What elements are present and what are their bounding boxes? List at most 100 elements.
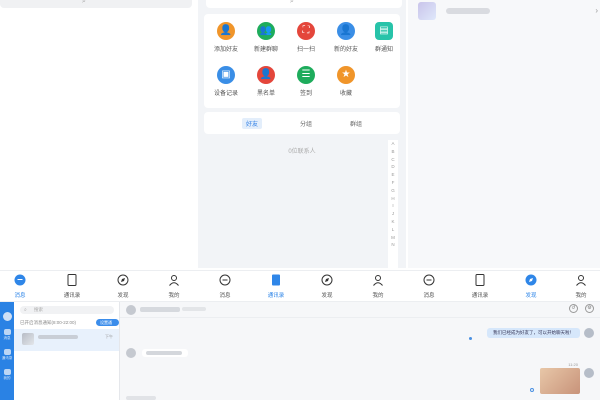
compass-icon — [525, 274, 537, 286]
alpha-letter[interactable]: G — [388, 187, 398, 195]
func-checkin[interactable]: ☰ 签到 — [286, 66, 326, 97]
tab-group-chats[interactable]: 群组 — [346, 118, 366, 129]
group-notice-icon: ▤ — [375, 22, 393, 40]
avatar — [126, 348, 136, 358]
func-group-notice[interactable]: ▤ 群通知 — [364, 22, 404, 53]
alpha-letter[interactable]: K — [388, 218, 398, 226]
func-new-group[interactable]: 👥 新建群聊 — [246, 22, 286, 53]
alpha-letter[interactable]: L — [388, 226, 398, 234]
person-icon — [576, 275, 586, 286]
tab-me[interactable]: 我的 — [358, 274, 398, 299]
alpha-letter[interactable]: D — [388, 163, 398, 171]
tab-label: 消息 — [219, 293, 231, 299]
tab-messages[interactable]: 消息 — [0, 274, 40, 299]
alpha-letter[interactable]: J — [388, 210, 398, 218]
read-indicator — [469, 337, 472, 340]
person-icon — [169, 275, 179, 286]
avatar — [22, 333, 34, 345]
tab-me[interactable]: 我的 — [561, 274, 600, 299]
alpha-letter[interactable]: B — [388, 148, 398, 156]
tab-label: 消息 — [14, 293, 26, 299]
tab-label: 发现 — [321, 293, 333, 299]
tab-label: 我的 — [575, 293, 587, 299]
alpha-letter[interactable]: F — [388, 179, 398, 187]
tab-contacts[interactable]: 通讯录 — [256, 274, 296, 299]
search-input[interactable]: ⌕ 搜索 — [20, 306, 114, 314]
conversation-name-blurred — [38, 335, 78, 339]
func-new-friends[interactable]: 👤 新的好友 — [326, 22, 366, 53]
alpha-letter[interactable]: A — [388, 140, 398, 148]
person-icon[interactable] — [3, 369, 11, 375]
chat-bubble-icon[interactable] — [3, 329, 11, 335]
func-label: 黑名单 — [256, 91, 275, 97]
pc-sidebar: 消息 通讯录 我的 — [0, 302, 14, 400]
avatar — [126, 305, 136, 315]
tab-contacts[interactable]: 通讯录 — [460, 274, 500, 299]
search-bar[interactable]: ⌕ — [206, 0, 402, 8]
alpha-letter[interactable]: M — [388, 234, 398, 242]
search-icon: ⌕ — [82, 0, 86, 5]
search-bar[interactable]: ⌕ — [0, 0, 192, 8]
func-label: 收藏 — [339, 91, 352, 97]
profile-name-blurred — [446, 8, 490, 14]
alpha-letter[interactable]: N — [388, 241, 398, 249]
func-blacklist[interactable]: 👤 黑名单 — [246, 66, 286, 97]
message-time: 11:20 — [568, 362, 578, 367]
sidebar-label: 我的 — [3, 376, 11, 380]
tab-me[interactable]: 我的 — [154, 274, 194, 299]
chat-header: ↺ ⚙ — [120, 302, 600, 318]
compass-icon — [117, 274, 129, 286]
compass-icon — [321, 274, 333, 286]
func-favorites[interactable]: ★ 收藏 — [326, 66, 366, 97]
conversation-time: 下午 — [105, 334, 113, 339]
bottom-tab-bars: 消息 通讯录 发现 我的 消息 通讯录 发现 我的 消息 通讯录 发现 我的 — [0, 270, 600, 302]
sidebar-label: 通讯录 — [1, 356, 13, 360]
func-label: 添加好友 — [213, 47, 238, 53]
history-icon[interactable]: ↺ — [569, 304, 578, 313]
func-scan[interactable]: ⛶ 扫一扫 — [286, 22, 326, 53]
contacts-icon — [67, 274, 77, 286]
left-blank-panel: ⌕ — [0, 0, 196, 268]
func-label: 签到 — [299, 91, 312, 97]
notice-settings-button[interactable]: 设置通知 — [96, 319, 119, 332]
new-group-icon: 👥 — [257, 22, 275, 40]
func-device-record[interactable]: ▣ 设备记录 — [206, 66, 246, 97]
alphabet-index[interactable]: A B C D E F G H I J K L M N — [388, 140, 398, 268]
message-bubble-incoming — [142, 349, 188, 357]
avatar — [418, 2, 436, 20]
alpha-letter[interactable]: H — [388, 195, 398, 203]
tab-discover[interactable]: 发现 — [511, 274, 551, 299]
tab-label: 我的 — [168, 293, 180, 299]
tab-messages[interactable]: 消息 — [205, 274, 245, 299]
avatar — [584, 328, 594, 338]
settings-icon[interactable]: ⚙ — [585, 304, 594, 313]
chat-id-blurred — [182, 307, 206, 311]
tab-label: 通讯录 — [267, 293, 285, 299]
chat-bubble-icon — [423, 274, 435, 286]
func-add-friend[interactable]: 👤 添加好友 — [206, 22, 246, 53]
profile-row[interactable]: › — [418, 2, 598, 22]
alpha-letter[interactable]: E — [388, 171, 398, 179]
list-item[interactable]: 下午 — [14, 329, 119, 351]
profile-panel: › — [408, 0, 600, 268]
chat-bubble-icon — [219, 274, 231, 286]
tab-label: 通讯录 — [63, 293, 81, 299]
tab-contacts[interactable]: 通讯录 — [52, 274, 92, 299]
func-label: 新建群聊 — [253, 47, 278, 53]
tab-friends[interactable]: 好友 — [242, 118, 263, 129]
tab-discover[interactable]: 发现 — [307, 274, 347, 299]
contacts-icon[interactable] — [3, 349, 11, 355]
contacts-icon — [272, 274, 280, 286]
message-text-blurred — [146, 351, 182, 355]
chat-title-blurred — [140, 307, 180, 312]
tab-label: 消息 — [423, 293, 435, 299]
image-message[interactable] — [540, 368, 580, 394]
alpha-letter[interactable]: C — [388, 156, 398, 164]
person-icon — [373, 275, 383, 286]
tab-groups[interactable]: 分组 — [296, 118, 316, 129]
tab-discover[interactable]: 发现 — [103, 274, 143, 299]
sidebar-label: 消息 — [3, 336, 11, 340]
alpha-letter[interactable]: I — [388, 202, 398, 210]
tab-messages[interactable]: 消息 — [409, 274, 449, 299]
avatar[interactable] — [2, 312, 12, 321]
